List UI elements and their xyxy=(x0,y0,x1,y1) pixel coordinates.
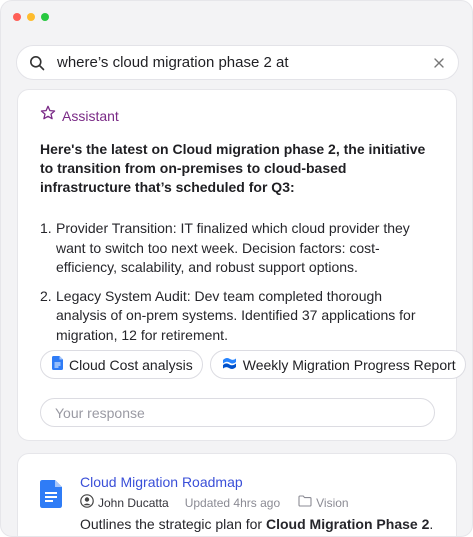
search-bar xyxy=(16,45,459,80)
app-window: Assistant Here's the latest on Cloud mig… xyxy=(0,0,473,537)
folder-icon xyxy=(298,495,312,510)
desc-prefix: Outlines the strategic plan for xyxy=(80,516,266,532)
star-icon xyxy=(40,105,56,126)
list-text: Legacy System Audit: Dev team completed … xyxy=(56,287,416,343)
list-number: 2. xyxy=(40,287,52,304)
response-field-wrapper xyxy=(40,398,435,427)
google-docs-icon xyxy=(40,480,62,513)
search-result-card[interactable]: Cloud Migration Roadmap John Ducatta Upd… xyxy=(17,453,457,536)
assistant-label: Assistant xyxy=(62,107,119,124)
result-folder: Vision xyxy=(298,495,349,510)
folder-label: Vision xyxy=(316,495,349,510)
close-window-button[interactable] xyxy=(13,13,21,21)
search-icon xyxy=(29,54,47,72)
assistant-answer-card: Assistant Here's the latest on Cloud mig… xyxy=(17,89,466,441)
confluence-icon xyxy=(222,356,237,374)
result-description: Outlines the strategic plan for Cloud Mi… xyxy=(80,516,433,532)
source-chip-cloud-cost-analysis[interactable]: Cloud Cost analysis xyxy=(40,350,203,379)
google-docs-icon xyxy=(52,356,63,373)
desc-bold: Cloud Migration Phase 2 xyxy=(266,516,430,532)
list-item: 1. Provider Transition: IT finalized whi… xyxy=(40,219,435,278)
answer-list: 1. Provider Transition: IT finalized whi… xyxy=(40,219,435,354)
assistant-header: Assistant xyxy=(40,105,119,126)
result-author: John Ducatta xyxy=(98,495,169,510)
chip-label: Cloud Cost analysis xyxy=(69,356,193,373)
result-updated: Updated 4hrs ago xyxy=(184,495,281,510)
result-meta: John Ducatta Updated 4hrs ago Vision xyxy=(80,494,349,511)
answer-intro: Here's the latest on Cloud migration pha… xyxy=(40,141,426,195)
minimize-window-button[interactable] xyxy=(27,13,35,21)
window-controls xyxy=(13,13,49,21)
source-chips: Cloud Cost analysis Weekly Migration Pro… xyxy=(40,350,466,379)
response-input[interactable] xyxy=(55,404,420,421)
desc-suffix: . xyxy=(429,516,434,532)
chip-label: Weekly Migration Progress Report xyxy=(242,356,456,373)
search-input[interactable] xyxy=(57,54,432,71)
maximize-window-button[interactable] xyxy=(41,13,49,21)
list-number: 1. xyxy=(40,220,52,236)
source-chip-weekly-migration-report[interactable]: Weekly Migration Progress Report xyxy=(209,350,466,379)
list-item: 2. Legacy System Audit: Dev team complet… xyxy=(40,287,435,346)
close-icon[interactable] xyxy=(432,56,446,70)
user-icon xyxy=(80,494,94,511)
list-text: Provider Transition: IT finalized which … xyxy=(56,220,410,275)
result-title-link[interactable]: Cloud Migration Roadmap xyxy=(80,474,243,490)
